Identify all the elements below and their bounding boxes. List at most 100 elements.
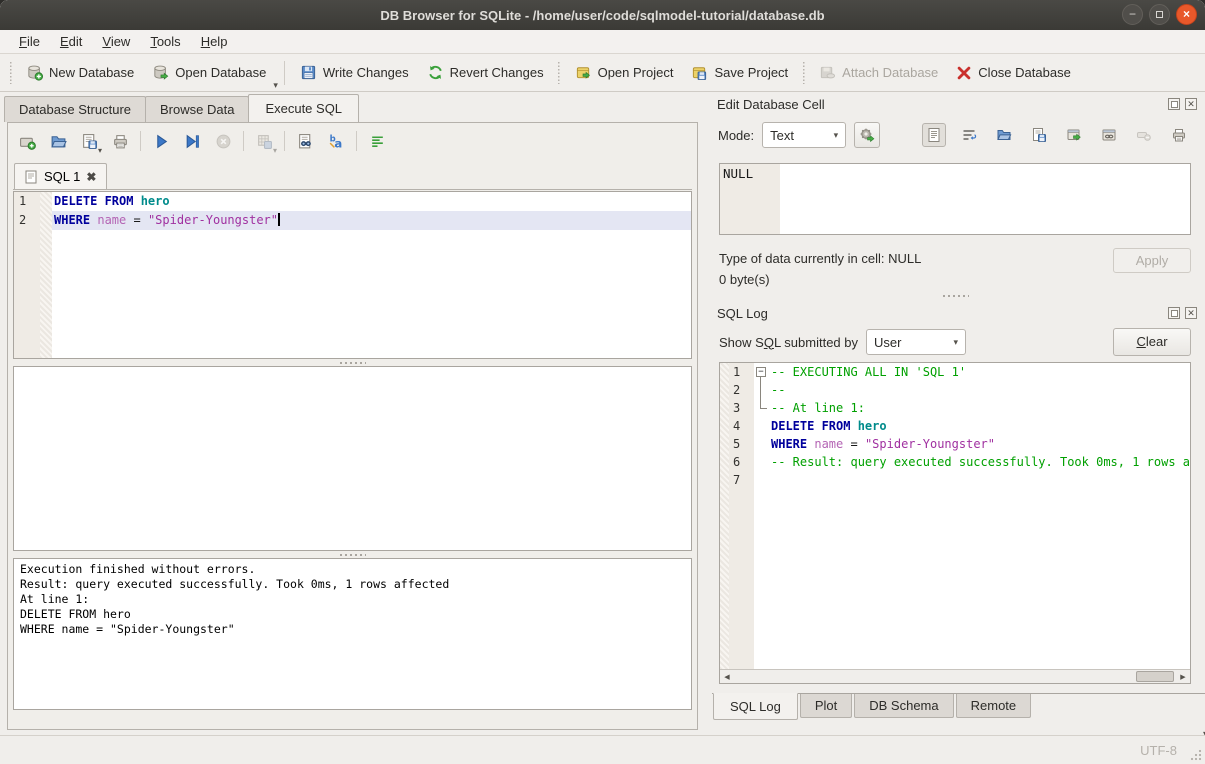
close-database-button[interactable]: Close Database: [947, 60, 1080, 86]
execute-line-button[interactable]: [181, 130, 203, 152]
minimize-button[interactable]: −: [1122, 4, 1143, 25]
float-panel-icon[interactable]: [1168, 307, 1180, 319]
sql-log-view[interactable]: 1−-- EXECUTING ALL IN 'SQL 1'2--3-- At l…: [720, 363, 1190, 669]
toolbar-grip[interactable]: [556, 62, 563, 84]
attach-database-button: Attach Database: [810, 59, 947, 86]
results-grid[interactable]: [13, 366, 692, 551]
sql-log-dock-header: SQL Log ✕: [706, 302, 1205, 324]
scrollbar-track[interactable]: [734, 670, 1176, 683]
results-splitter[interactable]: [8, 551, 697, 558]
revert-changes-button[interactable]: Revert Changes: [418, 59, 553, 86]
print-sql-button[interactable]: [109, 130, 131, 152]
dock-tab-remote[interactable]: Remote: [956, 694, 1032, 718]
scrollbar-thumb[interactable]: [1136, 671, 1174, 682]
import-cell-button[interactable]: ▾: [992, 123, 1016, 147]
toolbar-grip[interactable]: [7, 62, 14, 84]
cell-value-area[interactable]: [780, 164, 1190, 234]
menu-edit[interactable]: Edit: [51, 32, 91, 51]
close-tab-icon[interactable]: ✖: [86, 170, 96, 184]
status-bar: UTF-8: [0, 735, 1205, 764]
sql-doc-tab[interactable]: SQL 1 ✖: [14, 163, 107, 189]
save-file-icon: [81, 133, 98, 150]
horizontal-scrollbar[interactable]: ◀ ▶: [720, 669, 1190, 683]
menu-help[interactable]: Help: [192, 32, 237, 51]
open-database-icon: [152, 64, 169, 81]
dock-tab-sql-log[interactable]: SQL Log: [713, 693, 798, 720]
code-line: 1DELETE FROM hero: [14, 192, 691, 211]
scroll-left-icon[interactable]: ◀: [720, 673, 734, 681]
menu-bar: File Edit View Tools Help: [0, 30, 1205, 54]
open-sql-file-button[interactable]: [47, 130, 69, 152]
dock-splitter[interactable]: [706, 290, 1205, 302]
save-sql-file-button[interactable]: ▾: [78, 130, 100, 152]
toolbar-separator: [284, 61, 285, 85]
find-button[interactable]: [294, 130, 316, 152]
dock-tab-bar: SQL Log Plot DB Schema Remote: [712, 693, 1205, 720]
sql-editor-toolbar: ▾ ▾ ba: [8, 123, 697, 159]
open-project-button[interactable]: Open Project: [566, 59, 683, 86]
print-cell-button[interactable]: [1167, 123, 1191, 147]
write-changes-button[interactable]: Write Changes: [291, 59, 418, 86]
tab-execute-sql[interactable]: Execute SQL: [248, 94, 359, 122]
execution-message-area[interactable]: Execution finished without errors.Result…: [13, 558, 692, 710]
text-document-icon: [926, 127, 942, 143]
menu-tools[interactable]: Tools: [141, 32, 189, 51]
close-panel-icon[interactable]: ✕: [1185, 98, 1197, 110]
code-line: 4DELETE FROM hero: [720, 417, 1190, 435]
close-panel-icon[interactable]: ✕: [1185, 307, 1197, 319]
apply-button: Apply: [1113, 248, 1191, 273]
maximize-icon: [1156, 11, 1163, 18]
mode-select[interactable]: Text▾: [762, 122, 846, 148]
float-panel-icon[interactable]: [1168, 98, 1180, 110]
execute-sql-panel: ▾ ▾ ba: [7, 122, 698, 730]
open-database-dropdown-icon[interactable]: ▾: [273, 80, 278, 91]
write-changes-icon: [300, 64, 317, 81]
save-results-icon: [256, 133, 273, 150]
align-lines-icon: [369, 133, 386, 150]
menu-file[interactable]: File: [10, 32, 49, 51]
toolbar-grip[interactable]: [800, 62, 807, 84]
find-icon: [297, 133, 314, 150]
close-database-icon: [956, 65, 972, 81]
workspace: Database Structure Browse Data Execute S…: [0, 93, 1205, 735]
open-external-button[interactable]: [1062, 123, 1086, 147]
cell-info-text: Type of data currently in cell: NULL 0 b…: [719, 248, 921, 290]
tab-browse-data[interactable]: Browse Data: [145, 96, 249, 122]
mode-label: Mode:: [718, 128, 754, 143]
save-project-button[interactable]: Save Project: [682, 59, 797, 86]
tab-divider: [13, 189, 692, 190]
toolbar-separator: [356, 131, 357, 151]
word-wrap-button[interactable]: [957, 123, 981, 147]
menu-view[interactable]: View: [93, 32, 139, 51]
clear-log-button[interactable]: Clear: [1113, 328, 1191, 356]
maximize-button[interactable]: [1149, 4, 1170, 25]
text-mode-button[interactable]: [922, 123, 946, 147]
link-cell-button[interactable]: [1097, 123, 1121, 147]
close-button[interactable]: ×: [1176, 4, 1197, 25]
cell-value-editor[interactable]: NULL: [719, 163, 1191, 235]
fold-collapse-icon[interactable]: −: [756, 367, 766, 377]
resize-grip-icon[interactable]: [1190, 749, 1202, 761]
scroll-right-icon[interactable]: ▶: [1176, 673, 1190, 681]
main-tab-bar: Database Structure Browse Data Execute S…: [0, 93, 706, 122]
execute-all-button[interactable]: [150, 130, 172, 152]
title-bar[interactable]: DB Browser for SQLite - /home/user/code/…: [0, 0, 1205, 30]
editor-splitter[interactable]: [8, 359, 697, 366]
splitter-handle-icon: [943, 295, 969, 297]
tab-database-structure[interactable]: Database Structure: [4, 96, 146, 122]
export-cell-button[interactable]: [1027, 123, 1051, 147]
code-line: 7: [720, 471, 1190, 489]
new-sql-tab-button[interactable]: [16, 130, 38, 152]
open-file-icon: [996, 127, 1012, 143]
letters-ab-button[interactable]: ba: [325, 130, 347, 152]
submitted-by-select[interactable]: User▾: [866, 329, 966, 355]
dock-tab-db-schema[interactable]: DB Schema: [854, 694, 953, 718]
right-pane: Edit Database Cell ✕ Mode: Text▾ ▾: [706, 93, 1205, 735]
word-wrap-button[interactable]: [366, 130, 388, 152]
sql-editor[interactable]: 1DELETE FROM hero2WHERE name = "Spider-Y…: [13, 191, 692, 359]
auto-apply-button[interactable]: [854, 122, 880, 148]
dock-tab-plot[interactable]: Plot: [800, 694, 852, 718]
open-database-button[interactable]: Open Database: [143, 59, 275, 86]
printer-icon: [1171, 127, 1187, 143]
new-database-button[interactable]: New Database: [17, 59, 143, 86]
